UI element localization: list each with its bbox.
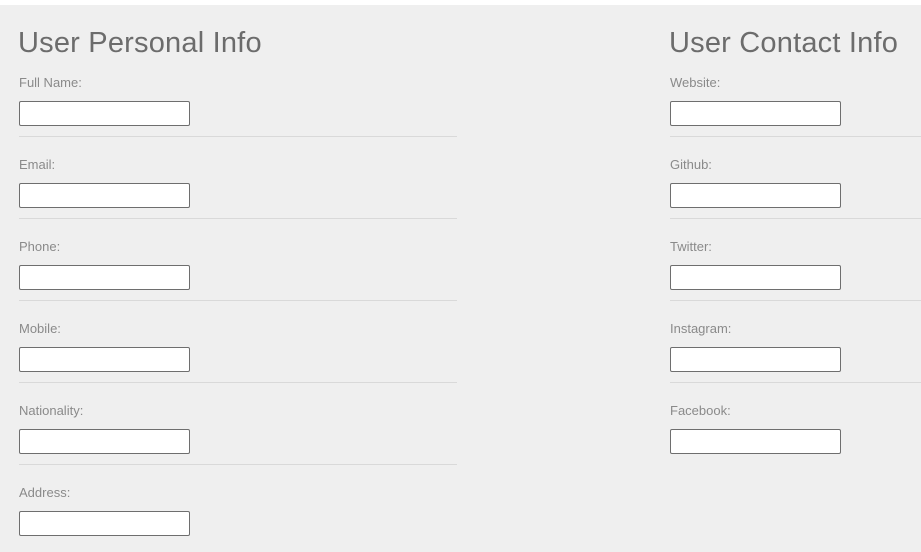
full-name-label: Full Name: <box>19 75 82 90</box>
divider <box>19 382 457 383</box>
facebook-label: Facebook: <box>670 403 731 418</box>
address-input[interactable] <box>19 511 190 536</box>
divider <box>670 382 921 383</box>
email-input[interactable] <box>19 183 190 208</box>
twitter-label: Twitter: <box>670 239 712 254</box>
email-label: Email: <box>19 157 56 172</box>
phone-input[interactable] <box>19 265 190 290</box>
mobile-input[interactable] <box>19 347 190 372</box>
divider <box>670 218 921 219</box>
divider <box>670 136 921 137</box>
divider <box>19 300 457 301</box>
twitter-input[interactable] <box>670 265 841 290</box>
divider <box>19 218 457 219</box>
website-input[interactable] <box>670 101 841 126</box>
contact-info-title: User Contact Info <box>669 27 899 59</box>
website-label: Website: <box>670 75 721 90</box>
nationality-label: Nationality: <box>19 403 84 418</box>
instagram-input[interactable] <box>670 347 841 372</box>
github-label: Github: <box>670 157 712 172</box>
address-label: Address: <box>19 485 71 500</box>
personal-info-title: User Personal Info <box>18 27 262 59</box>
divider <box>19 464 457 465</box>
full-name-input[interactable] <box>19 101 190 126</box>
phone-label: Phone: <box>19 239 61 254</box>
mobile-label: Mobile: <box>19 321 61 336</box>
divider <box>670 300 921 301</box>
nationality-input[interactable] <box>19 429 190 454</box>
form-panel: User Personal Info User Contact Info Ful… <box>0 5 921 552</box>
instagram-label: Instagram: <box>670 321 732 336</box>
facebook-input[interactable] <box>670 429 841 454</box>
github-input[interactable] <box>670 183 841 208</box>
divider <box>19 136 457 137</box>
